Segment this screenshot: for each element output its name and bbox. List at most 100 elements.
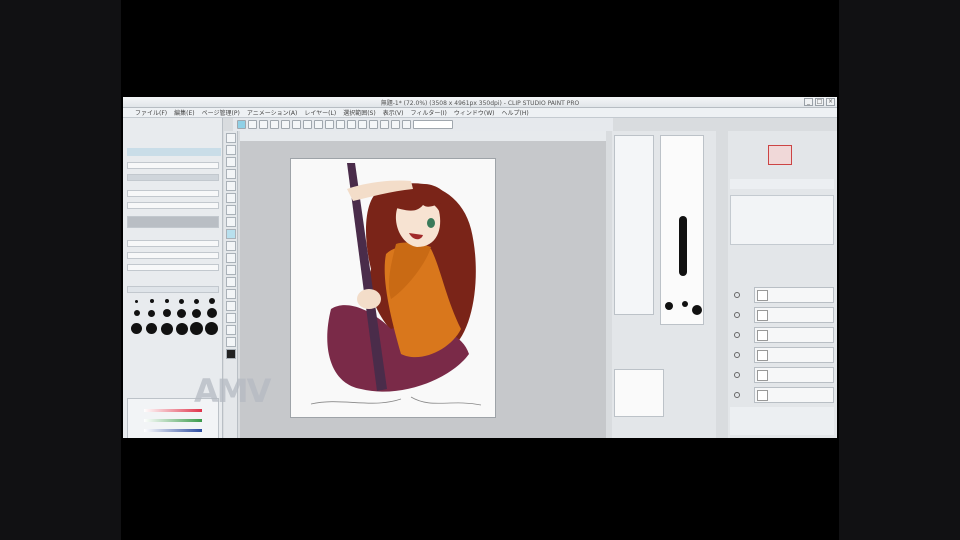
eye-icon[interactable] [734,392,740,398]
brush-size-dot[interactable] [146,323,157,334]
color-swatch-icon[interactable] [225,349,236,359]
line-correct-tool-icon[interactable] [225,337,236,347]
menu-page[interactable]: ページ管理(P) [202,108,240,117]
layer-row[interactable] [754,387,834,403]
layer-thumbnail [757,350,768,361]
airbrush-tool-icon[interactable] [225,217,236,227]
brush-size-dot[interactable] [164,299,169,303]
layer-properties [730,195,834,245]
layer-row[interactable] [754,307,834,323]
close-icon[interactable]: × [826,98,835,106]
menu-layer[interactable]: レイヤー(L) [304,108,336,117]
brush-size-dot[interactable] [179,298,184,304]
balloon-tool-icon[interactable] [225,325,236,335]
letterbox-left [0,0,121,540]
layer-row[interactable] [754,347,834,363]
property-row[interactable] [127,162,219,169]
brush-size-dot[interactable] [148,309,155,317]
eye-icon[interactable] [734,372,740,378]
eraser-icon[interactable] [347,120,356,129]
pen-icon[interactable] [336,120,345,129]
brush-size-dot[interactable] [206,308,217,318]
undo-icon[interactable] [248,120,257,129]
minimize-icon[interactable]: _ [804,98,813,106]
eraser-tool-icon[interactable] [225,229,236,239]
text-tool-icon[interactable] [225,313,236,323]
circle-select-icon[interactable] [314,120,323,129]
brush-size-dot[interactable] [160,322,173,335]
ruler-icon[interactable] [369,120,378,129]
brush-size-dot[interactable] [162,309,171,317]
brush-size-dot[interactable] [208,298,215,304]
figure-tool-icon[interactable] [225,277,236,287]
frame-tool-icon[interactable] [225,289,236,299]
menu-filter[interactable]: フィルター(I) [411,108,447,117]
eyedropper-tool-icon[interactable] [225,169,236,179]
brush-tool-icon[interactable] [225,205,236,215]
layer-icon[interactable] [380,120,389,129]
brush-size-dot[interactable] [149,299,154,303]
brush-size-dot[interactable] [192,308,201,318]
eye-icon[interactable] [734,332,740,338]
new-file-icon[interactable] [237,120,246,129]
brush-size-dot[interactable] [205,322,218,335]
property-row[interactable] [127,174,219,181]
fill-icon[interactable] [391,120,400,129]
layer-row[interactable] [754,327,834,343]
layer-row[interactable] [754,287,834,303]
subtool-list [614,135,654,315]
pen-tool-icon[interactable] [225,181,236,191]
menu-view[interactable]: 表示(V) [383,108,404,117]
eye-icon[interactable] [734,352,740,358]
navigator-thumbnail [768,145,792,165]
save-icon[interactable] [270,120,279,129]
move-tool-icon[interactable] [225,145,236,155]
ruler-tool-icon[interactable] [225,301,236,311]
pencil-tool-icon[interactable] [225,193,236,203]
select-tool-icon[interactable] [225,157,236,167]
brush-size-dot[interactable] [135,299,138,303]
property-row[interactable] [127,240,219,247]
eye-icon[interactable] [734,292,740,298]
green-slider[interactable] [144,419,202,422]
maximize-icon[interactable]: □ [815,98,824,106]
zoom-field[interactable] [413,120,453,129]
brush-size-dot[interactable] [175,322,188,335]
menu-edit[interactable]: 編集(E) [174,108,194,117]
zoom-tool-icon[interactable] [225,133,236,143]
property-row[interactable] [127,252,219,259]
brush-tab[interactable] [127,148,221,156]
canvas-page[interactable] [290,158,496,418]
brush-size-dot[interactable] [190,322,203,335]
eye-icon[interactable] [734,312,740,318]
paste-icon[interactable] [292,120,301,129]
lasso-icon[interactable] [303,120,312,129]
property-row[interactable] [127,202,219,209]
layer-row[interactable] [754,367,834,383]
fill-tool-icon[interactable] [225,253,236,263]
eye [427,218,435,228]
ink-dot [692,305,702,315]
transform-icon[interactable] [325,120,334,129]
menu-window[interactable]: ウィンドウ(W) [454,108,495,117]
copy-icon[interactable] [281,120,290,129]
menu-file[interactable]: ファイル(F) [135,108,167,117]
menu-animation[interactable]: アニメーション(A) [247,108,298,117]
layer-thumbnail [757,390,768,401]
monitor-icon[interactable] [402,120,411,129]
brush-size-dot[interactable] [131,323,142,334]
brush-size-dot[interactable] [133,310,140,316]
redo-icon[interactable] [259,120,268,129]
property-row[interactable] [127,190,219,197]
blue-slider[interactable] [144,429,202,432]
brush-size-dot[interactable] [177,308,186,318]
grid-icon[interactable] [358,120,367,129]
blend-tool-icon[interactable] [225,241,236,251]
gradient-tool-icon[interactable] [225,265,236,275]
brush-size-dot[interactable] [194,298,199,304]
ink-dot [682,301,688,307]
property-row[interactable] [127,264,219,271]
property-row[interactable] [127,216,219,228]
menu-help[interactable]: ヘルプ(H) [501,108,528,117]
menu-selection[interactable]: 選択範囲(S) [343,108,376,117]
